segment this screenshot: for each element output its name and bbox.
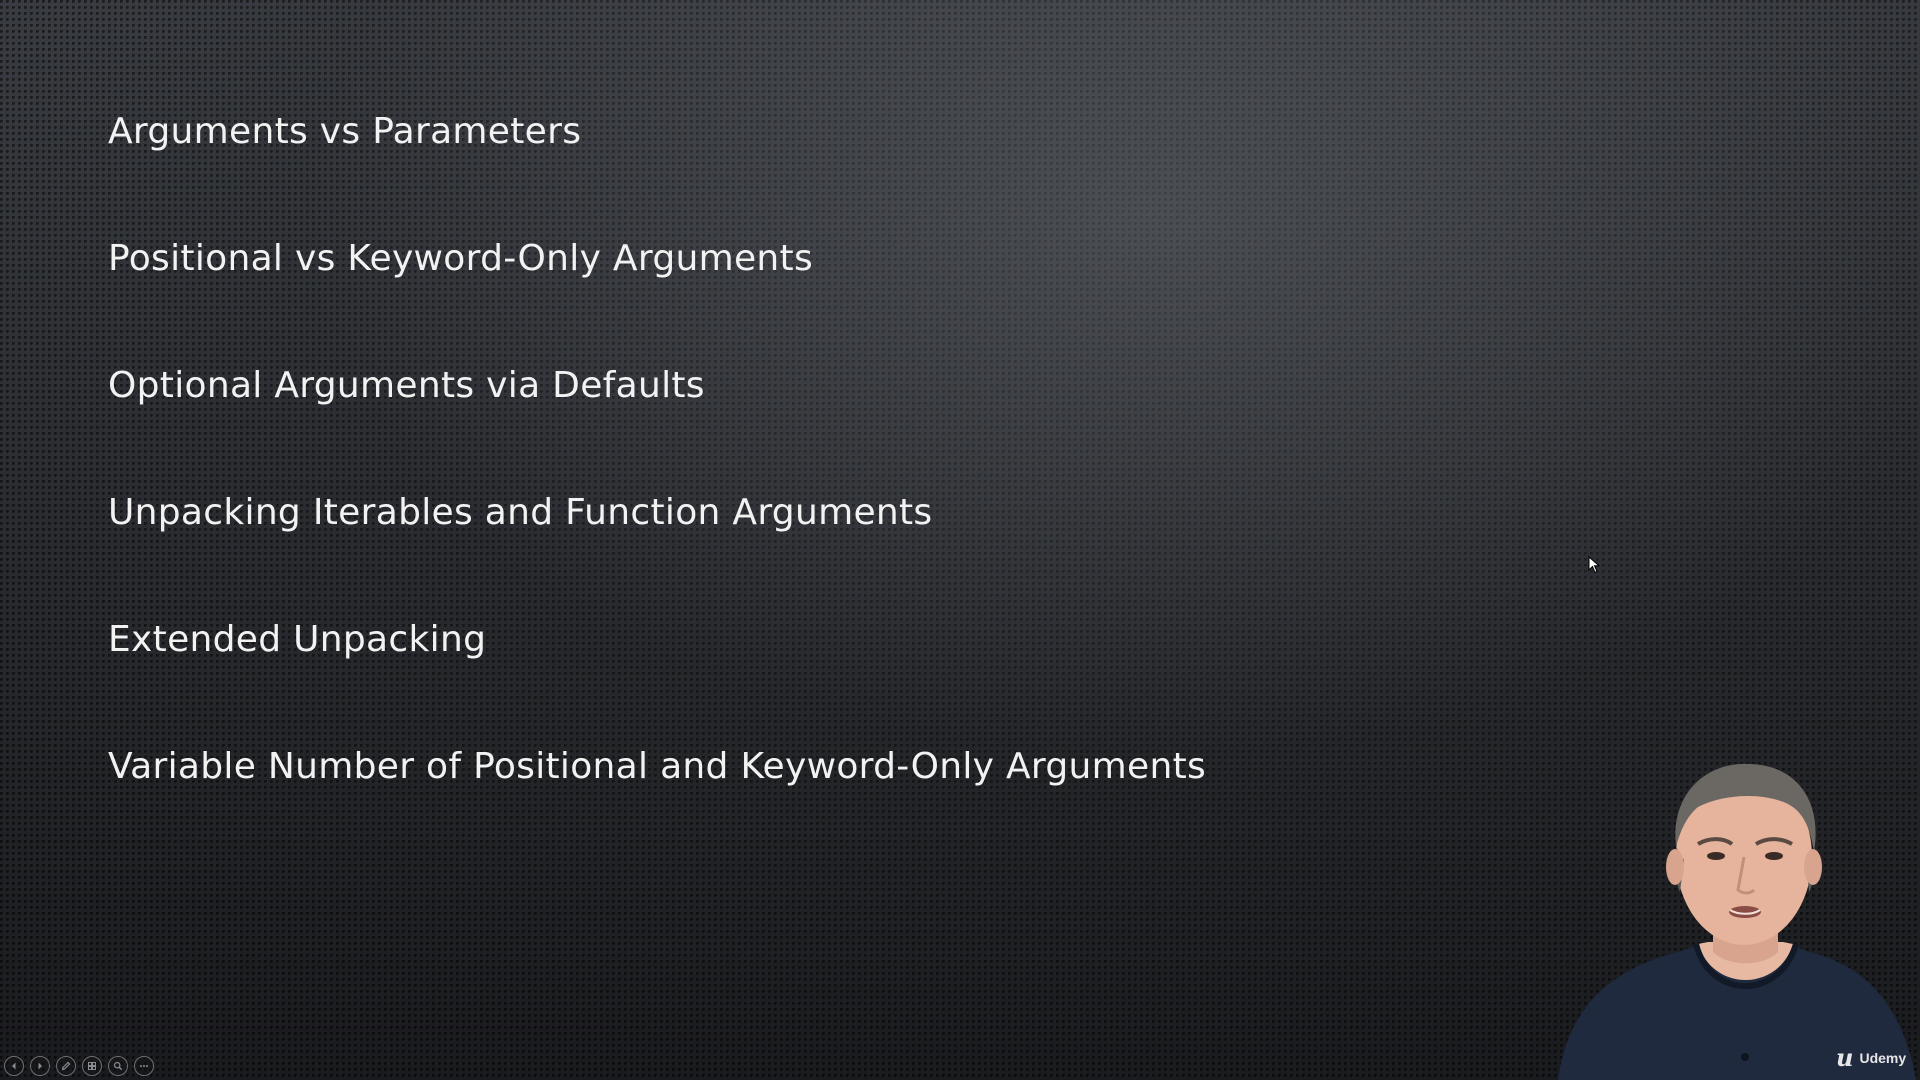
slideshow-controls <box>4 1056 154 1076</box>
magnifier-icon <box>113 1061 123 1071</box>
topic-item: Positional vs Keyword-Only Arguments <box>108 238 813 279</box>
topic-item: Arguments vs Parameters <box>108 111 582 152</box>
chevron-right-icon <box>38 1062 42 1070</box>
slide-sorter-button[interactable] <box>82 1056 102 1076</box>
topic-list: Arguments vs Parameters Positional vs Ke… <box>108 102 1206 864</box>
topic-item: Unpacking Iterables and Function Argumen… <box>108 492 933 533</box>
topic-item: Extended Unpacking <box>108 619 487 660</box>
pen-tool-button[interactable] <box>56 1056 76 1076</box>
next-slide-button[interactable] <box>30 1056 50 1076</box>
zoom-button[interactable] <box>108 1056 128 1076</box>
more-dots-icon <box>140 1065 148 1067</box>
pen-icon <box>61 1061 71 1071</box>
more-options-button[interactable] <box>134 1056 154 1076</box>
topic-item: Optional Arguments via Defaults <box>108 365 705 406</box>
udemy-logo-mark: u <box>1836 1043 1854 1072</box>
previous-slide-button[interactable] <box>4 1056 24 1076</box>
presentation-slide: Arguments vs Parameters Positional vs Ke… <box>0 0 1920 1080</box>
slides-grid-icon <box>88 1062 96 1070</box>
udemy-logo-text: Udemy <box>1859 1050 1907 1066</box>
topic-item: Variable Number of Positional and Keywor… <box>108 746 1207 787</box>
chevron-left-icon <box>12 1062 16 1070</box>
mouse-cursor-icon <box>1588 556 1600 574</box>
presenter-webcam <box>1558 763 1916 1080</box>
udemy-logo: u Udemy <box>1836 1046 1906 1070</box>
